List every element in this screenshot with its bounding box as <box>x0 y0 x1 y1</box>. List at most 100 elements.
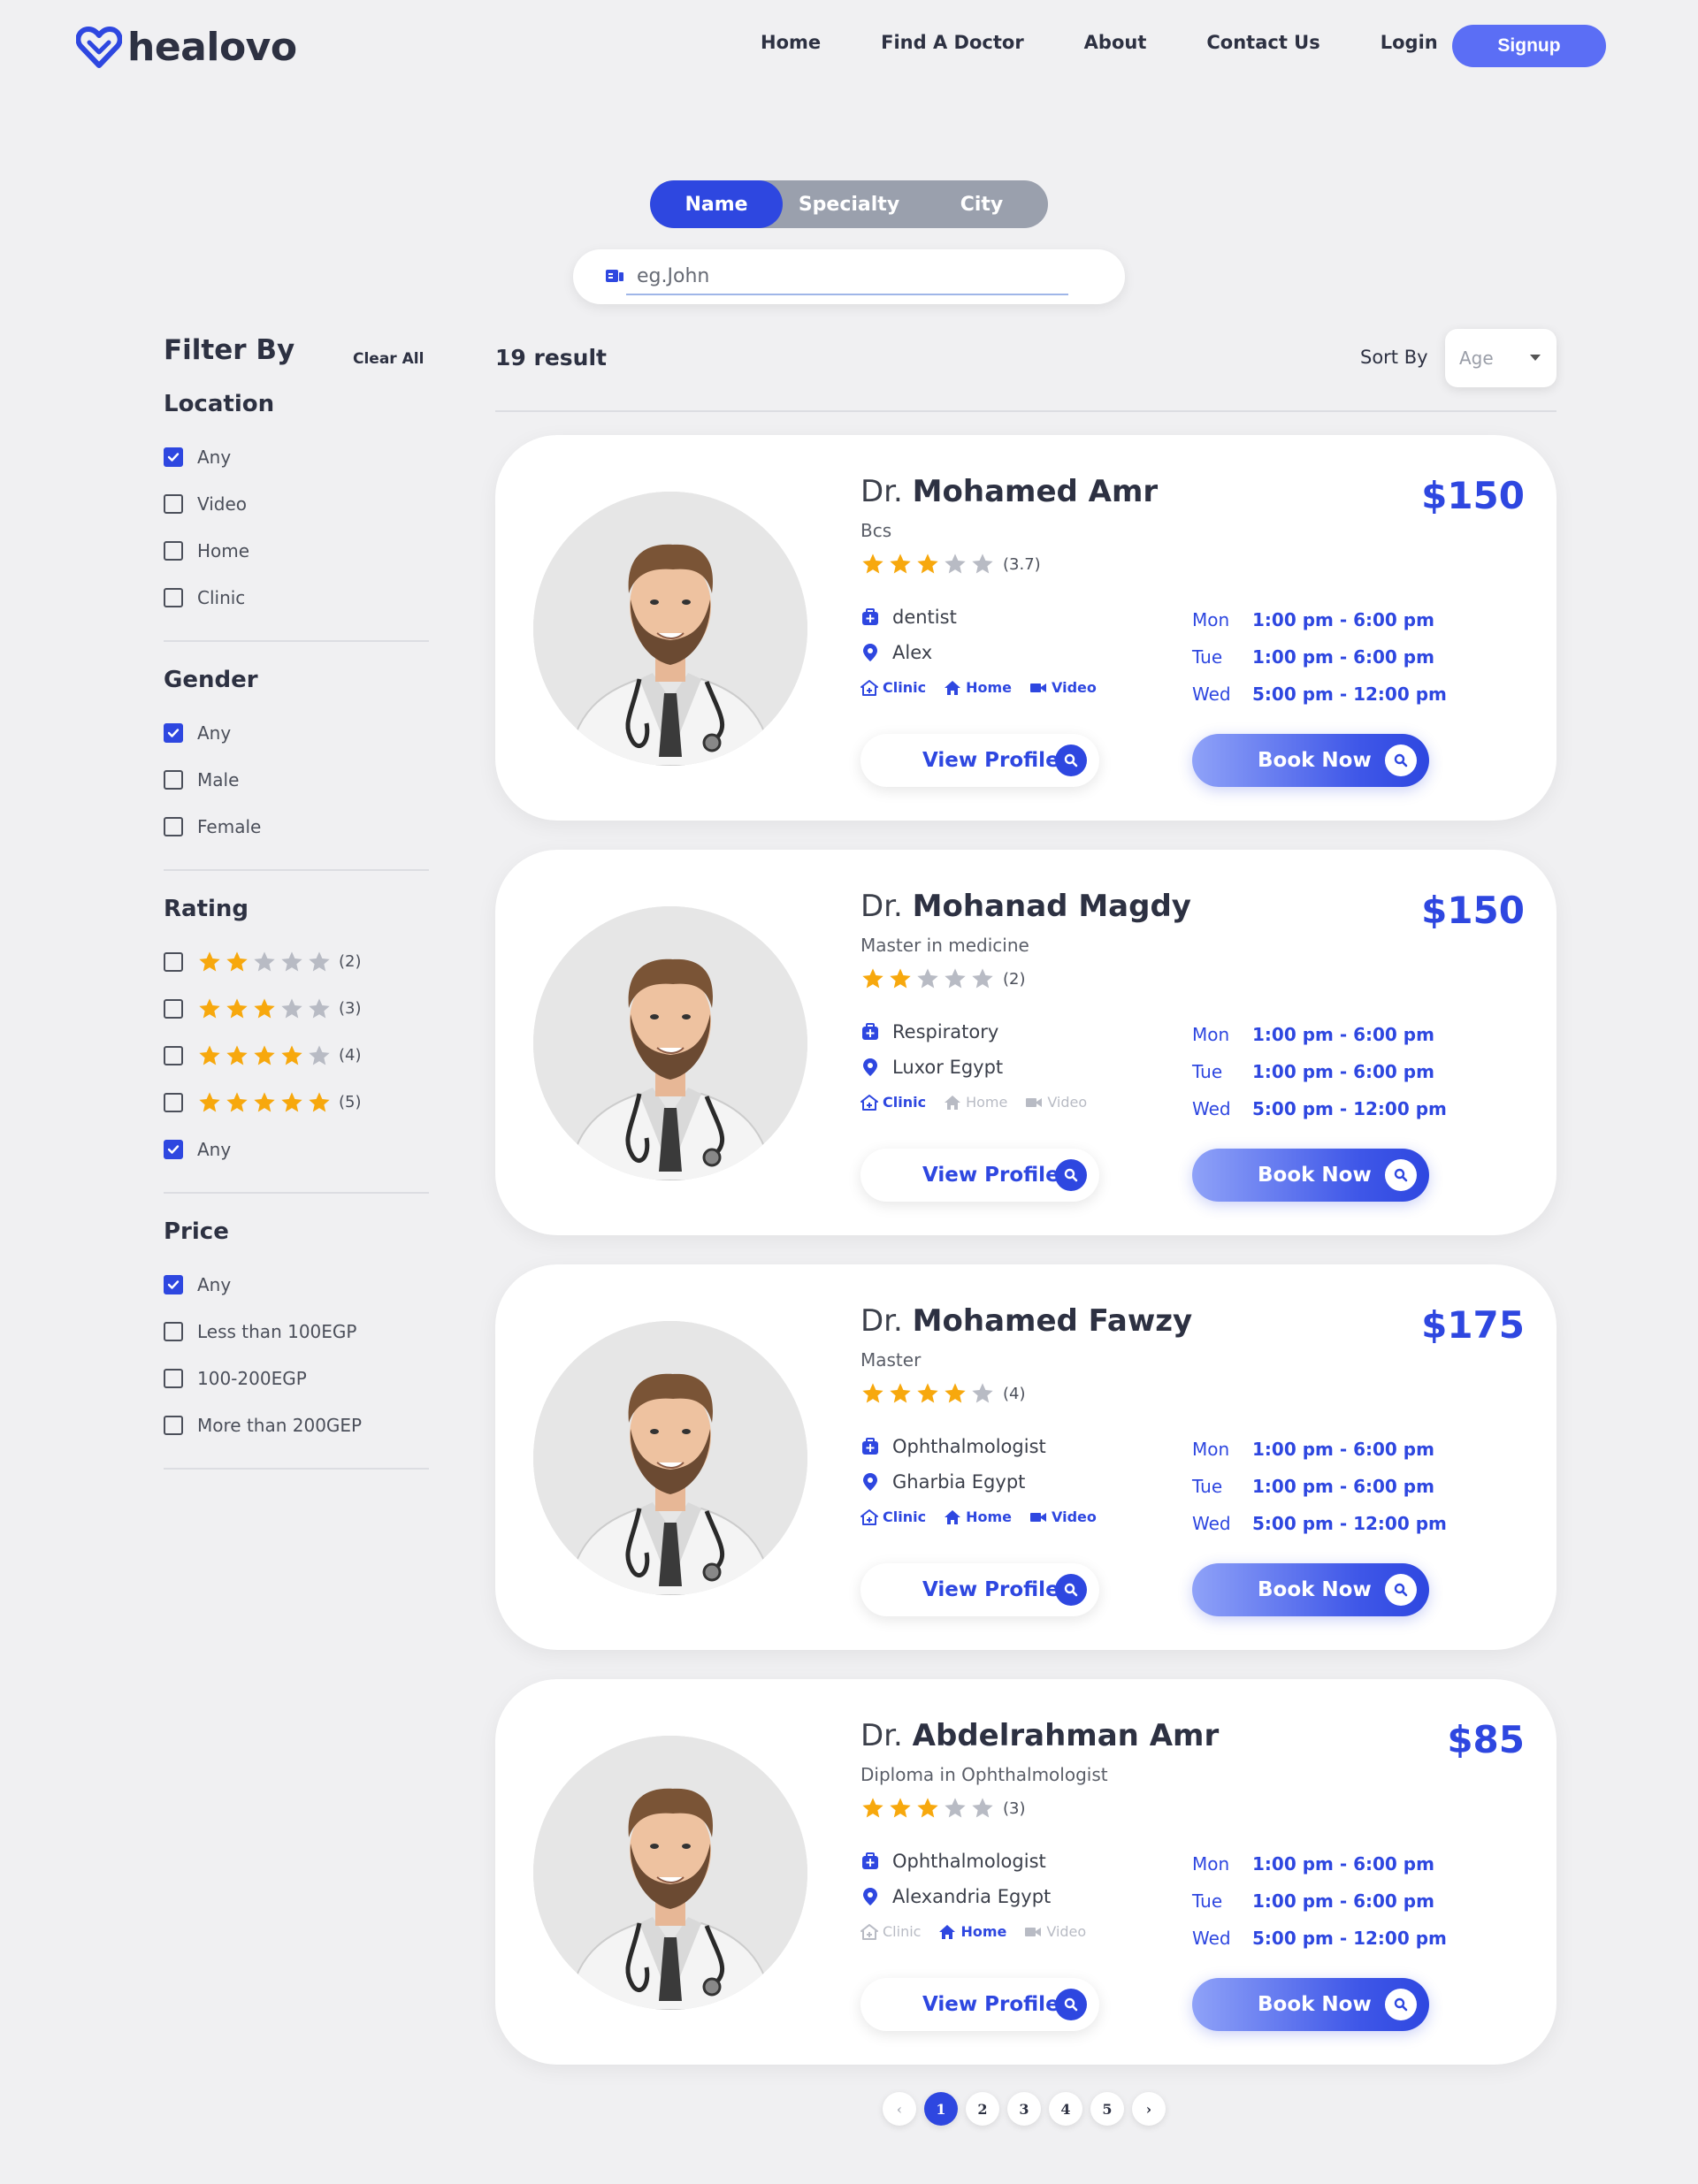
view-profile-button[interactable]: View Profile <box>860 1978 1099 2031</box>
search-icon <box>1394 1583 1408 1597</box>
service-types: Clinic Home Video <box>860 679 1114 696</box>
book-now-button[interactable]: Book Now <box>1192 734 1429 787</box>
home-icon <box>939 1924 956 1939</box>
star-empty-icon <box>309 1044 330 1065</box>
doctor-avatar[interactable] <box>533 1321 807 1595</box>
view-profile-button[interactable]: View Profile <box>860 1149 1099 1202</box>
checkbox[interactable] <box>164 587 183 607</box>
checkbox[interactable] <box>164 1415 183 1435</box>
doctor-photo <box>533 1321 807 1595</box>
view-profile-button[interactable]: View Profile <box>860 1563 1099 1616</box>
schedule-day: Tue <box>1192 646 1223 668</box>
schedule-row: Mon 1:00 pm - 6:00 pm <box>1192 1431 1447 1468</box>
doctor-schedule: Mon 1:00 pm - 6:00 pm Tue 1:00 pm - 6:00 pm… <box>1192 1845 1447 1957</box>
page-button[interactable]: 3 <box>1007 2092 1041 2126</box>
tab-city[interactable]: City <box>915 180 1048 228</box>
checkbox[interactable] <box>164 1045 183 1065</box>
filter-price-title: Price <box>164 1218 229 1245</box>
medical-bag-icon <box>862 1852 878 1869</box>
checkbox[interactable] <box>164 1092 183 1112</box>
search-input[interactable] <box>626 258 1068 295</box>
page-button[interactable]: 1 <box>924 2092 958 2126</box>
filter-rating-option[interactable]: (4) <box>164 1032 429 1079</box>
checkbox[interactable] <box>164 493 183 514</box>
schedule-time: 5:00 pm - 12:00 pm <box>1252 1098 1447 1119</box>
filter-price-option[interactable]: Any <box>164 1261 429 1308</box>
doctor-prefix: Dr. <box>860 1303 903 1339</box>
checkbox[interactable] <box>164 1274 183 1294</box>
doctor-name[interactable]: Dr. Mohamed Fawzy <box>860 1303 1192 1339</box>
doctor-name[interactable]: Dr. Abdelrahman Amr <box>860 1718 1219 1753</box>
schedule-time: 1:00 pm - 6:00 pm <box>1252 1024 1434 1045</box>
doctor-name[interactable]: Dr. Mohanad Magdy <box>860 889 1191 924</box>
service-label: Home <box>960 1923 1007 1940</box>
filter-rating-option[interactable]: Any <box>164 1126 429 1172</box>
sort-select[interactable]: Age <box>1445 329 1556 387</box>
page-button[interactable]: 2 <box>966 2092 999 2126</box>
prev-page-button[interactable]: ‹ <box>883 2092 916 2126</box>
book-now-button[interactable]: Book Now <box>1192 1978 1429 2031</box>
option-label: Any <box>197 446 232 468</box>
filter-rating-option[interactable]: (3) <box>164 985 429 1032</box>
checkbox[interactable] <box>164 1321 183 1341</box>
checkbox[interactable] <box>164 769 183 790</box>
nav-link-find-doctor[interactable]: Find A Doctor <box>881 32 1024 53</box>
tab-specialty[interactable]: Specialty <box>783 180 915 228</box>
nav-link-contact[interactable]: Contact Us <box>1206 32 1319 53</box>
filter-location-option[interactable]: Video <box>164 480 429 527</box>
doctor-avatar[interactable] <box>533 492 807 766</box>
star-empty-icon <box>972 554 993 574</box>
logo[interactable]: healovo <box>76 25 297 70</box>
clear-all-button[interactable]: Clear All <box>353 350 424 368</box>
filter-location-option[interactable]: Any <box>164 433 429 480</box>
clinic-icon <box>860 679 878 696</box>
clinic-icon <box>860 1094 878 1111</box>
checkbox[interactable] <box>164 540 183 561</box>
book-now-button[interactable]: Book Now <box>1192 1563 1429 1616</box>
view-profile-button[interactable]: View Profile <box>860 734 1099 787</box>
option-label: Any <box>197 1273 232 1295</box>
checkbox[interactable] <box>164 998 183 1019</box>
doctor-avatar[interactable] <box>533 906 807 1180</box>
next-page-button[interactable]: › <box>1132 2092 1166 2126</box>
filter-gender-option[interactable]: Female <box>164 803 429 850</box>
signup-button[interactable]: Signup <box>1452 25 1606 67</box>
service-video: Video <box>1025 1094 1087 1111</box>
book-now-button[interactable]: Book Now <box>1192 1149 1429 1202</box>
filter-gender-option[interactable]: Any <box>164 709 429 756</box>
checkbox[interactable] <box>164 447 183 467</box>
doctor-name[interactable]: Dr. Mohamed Amr <box>860 474 1158 509</box>
page-button[interactable]: 5 <box>1090 2092 1124 2126</box>
nav-link-login[interactable]: Login <box>1381 32 1438 53</box>
doctor-avatar[interactable] <box>533 1736 807 2010</box>
star-empty-icon <box>945 1798 966 1818</box>
filter-location-option[interactable]: Clinic <box>164 574 429 621</box>
nav-link-about[interactable]: About <box>1084 32 1147 53</box>
tab-name[interactable]: Name <box>650 180 783 228</box>
star-empty-icon <box>254 951 275 971</box>
star-filled-icon <box>226 1091 248 1111</box>
doctor-card: Dr. Mohamed Fawzy $175 Master (4) Ophthalmol… <box>495 1264 1556 1650</box>
checkbox[interactable] <box>164 816 183 836</box>
filter-location-option[interactable]: Home <box>164 527 429 574</box>
filter-gender-option[interactable]: Male <box>164 756 429 803</box>
filter-price-option[interactable]: Less than 100EGP <box>164 1308 429 1355</box>
checkbox[interactable] <box>164 951 183 972</box>
doctor-card: Dr. Mohanad Magdy $150 Master in medicine (… <box>495 850 1556 1235</box>
rating-value: (3.7) <box>1003 554 1041 574</box>
doctor-degree: Bcs <box>860 520 892 541</box>
schedule-time: 5:00 pm - 12:00 pm <box>1252 1928 1447 1949</box>
filter-rating-option[interactable]: (2) <box>164 938 429 985</box>
checkbox[interactable] <box>164 1368 183 1388</box>
checkbox[interactable] <box>164 722 183 743</box>
filter-rating-option[interactable]: (5) <box>164 1079 429 1126</box>
schedule-row: Tue 1:00 pm - 6:00 pm <box>1192 1468 1447 1505</box>
nav-link-home[interactable]: Home <box>761 32 821 53</box>
doctor-specialty: dentist <box>860 607 957 628</box>
rating-value: (4) <box>1003 1384 1026 1403</box>
filter-price-option[interactable]: More than 200GEP <box>164 1401 429 1448</box>
filter-price-option[interactable]: 100-200EGP <box>164 1355 429 1401</box>
page-button[interactable]: 4 <box>1049 2092 1082 2126</box>
star-filled-icon <box>226 951 248 971</box>
checkbox[interactable] <box>164 1139 183 1159</box>
